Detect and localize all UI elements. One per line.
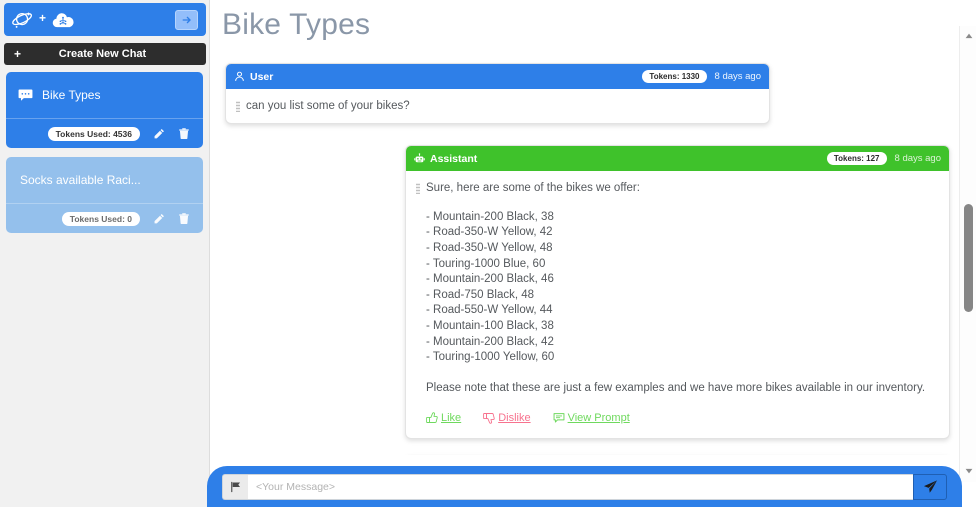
planet-icon (12, 9, 34, 31)
list-item: - Mountain-200 Black, 46 (426, 273, 554, 286)
list-item: - Mountain-200 Black, 42 (426, 335, 554, 348)
sidebar: + + Create New Chat Bike Types Tokens Us… (0, 0, 210, 507)
chat-list-item-socks[interactable]: Socks available Raci... Tokens Used: 0 (6, 157, 203, 233)
user-message-card: User Tokens: 1330 8 days ago can you lis… (225, 63, 770, 124)
user-role-label: User (250, 70, 274, 83)
chat-tokens-badge: Tokens Used: 0 (61, 211, 140, 226)
view-prompt-label: View Prompt (567, 411, 630, 424)
list-item: - Road-750 Black, 48 (426, 288, 535, 301)
create-new-chat-label: Create New Chat (58, 48, 147, 60)
thumbs-up-icon (426, 412, 438, 424)
dislike-label: Dislike (498, 411, 531, 424)
user-message-header: User Tokens: 1330 8 days ago (226, 64, 769, 89)
arrow-right-icon (181, 14, 193, 26)
create-new-chat-button[interactable]: + Create New Chat (4, 43, 206, 65)
edit-chat-button[interactable] (153, 128, 165, 140)
caret-down-icon (965, 468, 973, 474)
like-label: Like (441, 411, 462, 424)
app-root: + + Create New Chat Bike Types Tokens Us… (0, 0, 976, 507)
trash-icon (178, 127, 190, 140)
page-title: Bike Types (222, 8, 371, 41)
chat-card-footer: Tokens Used: 0 (6, 203, 203, 233)
robot-icon (414, 153, 425, 164)
assistant-intro-text: Sure, here are some of the bikes we offe… (426, 182, 640, 194)
comment-icon (553, 412, 565, 424)
trash-icon (178, 212, 190, 225)
list-item: - Touring-1000 Blue, 60 (426, 257, 546, 270)
scroll-up-button[interactable] (960, 28, 976, 43)
drag-handle-icon (236, 101, 240, 112)
assistant-tokens-badge: Tokens: 127 (826, 152, 887, 165)
thumbs-down-icon (483, 412, 495, 424)
caret-up-icon (965, 33, 973, 39)
conversation-thread: User Tokens: 1330 8 days ago can you lis… (210, 55, 958, 455)
delete-chat-button[interactable] (178, 212, 190, 225)
assistant-timestamp: 8 days ago (894, 153, 941, 164)
user-message-text: can you list some of your bikes? (246, 100, 410, 112)
chat-card-title: Socks available Raci... (20, 173, 141, 187)
delete-chat-button[interactable] (178, 127, 190, 140)
bike-list: - Mountain-200 Black, 38 - Road-350-W Ye… (416, 210, 939, 366)
sidebar-brand-header: + (4, 3, 206, 36)
list-item: - Road-550-W Yellow, 44 (426, 304, 553, 317)
chat-card-title-row: Bike Types (6, 72, 203, 118)
paper-plane-icon (923, 479, 938, 494)
brand-plus-separator: + (39, 11, 47, 25)
user-message-line: can you list some of your bikes? (236, 99, 759, 115)
list-item: - Road-350-W Yellow, 42 (426, 226, 553, 239)
sidebar-toggle-button[interactable] (175, 9, 198, 30)
message-input-group (222, 473, 947, 500)
flag-icon (230, 481, 242, 493)
assistant-intro-line: Sure, here are some of the bikes we offe… (416, 181, 939, 197)
chat-card-title: Bike Types (42, 88, 101, 102)
pencil-icon (153, 128, 165, 140)
brand-logo-group: + (12, 9, 175, 31)
plus-icon: + (14, 47, 22, 61)
assistant-message-card: Assistant Tokens: 127 8 days ago Sure, h… (405, 145, 950, 439)
dislike-button[interactable]: Dislike (483, 411, 531, 426)
scroll-down-button[interactable] (960, 463, 976, 478)
user-message-body: can you list some of your bikes? (226, 89, 769, 123)
pencil-icon (153, 213, 165, 225)
cloud-brain-icon (51, 10, 75, 30)
view-prompt-button[interactable]: View Prompt (553, 411, 630, 426)
conversation-scrollbar[interactable] (959, 26, 976, 482)
chat-list-item-bike-types[interactable]: Bike Types Tokens Used: 4536 (6, 72, 203, 148)
assistant-message-header: Assistant Tokens: 127 8 days ago (406, 146, 949, 171)
assistant-closing-text: Please note that these are just a few ex… (426, 381, 926, 394)
flag-button[interactable] (222, 473, 248, 500)
send-message-button[interactable] (913, 473, 947, 500)
user-timestamp: 8 days ago (714, 71, 761, 82)
message-input[interactable] (248, 473, 913, 500)
list-item: - Touring-1000 Yellow, 60 (426, 351, 555, 364)
main-content: Bike Types User Tokens: 1330 8 days ago (210, 0, 976, 507)
list-item: - Mountain-200 Black, 38 (426, 210, 554, 223)
assistant-role-label: Assistant (430, 152, 478, 165)
list-item: - Road-350-W Yellow, 48 (426, 242, 553, 255)
user-icon (234, 71, 245, 82)
scrollbar-thumb[interactable] (964, 204, 973, 312)
chat-card-footer: Tokens Used: 4536 (6, 118, 203, 148)
edit-chat-button[interactable] (153, 213, 165, 225)
chat-tokens-badge: Tokens Used: 4536 (47, 126, 140, 141)
list-item: - Mountain-100 Black, 38 (426, 320, 554, 333)
comment-dots-icon (18, 88, 33, 103)
drag-handle-icon (416, 183, 420, 194)
user-tokens-badge: Tokens: 1330 (642, 70, 707, 83)
message-composer-bar (207, 466, 962, 507)
chat-card-title-row: Socks available Raci... (6, 157, 203, 203)
like-button[interactable]: Like (426, 411, 461, 426)
assistant-message-actions: Like Dislike View Prompt (416, 397, 939, 430)
assistant-message-body: Sure, here are some of the bikes we offe… (406, 171, 949, 438)
